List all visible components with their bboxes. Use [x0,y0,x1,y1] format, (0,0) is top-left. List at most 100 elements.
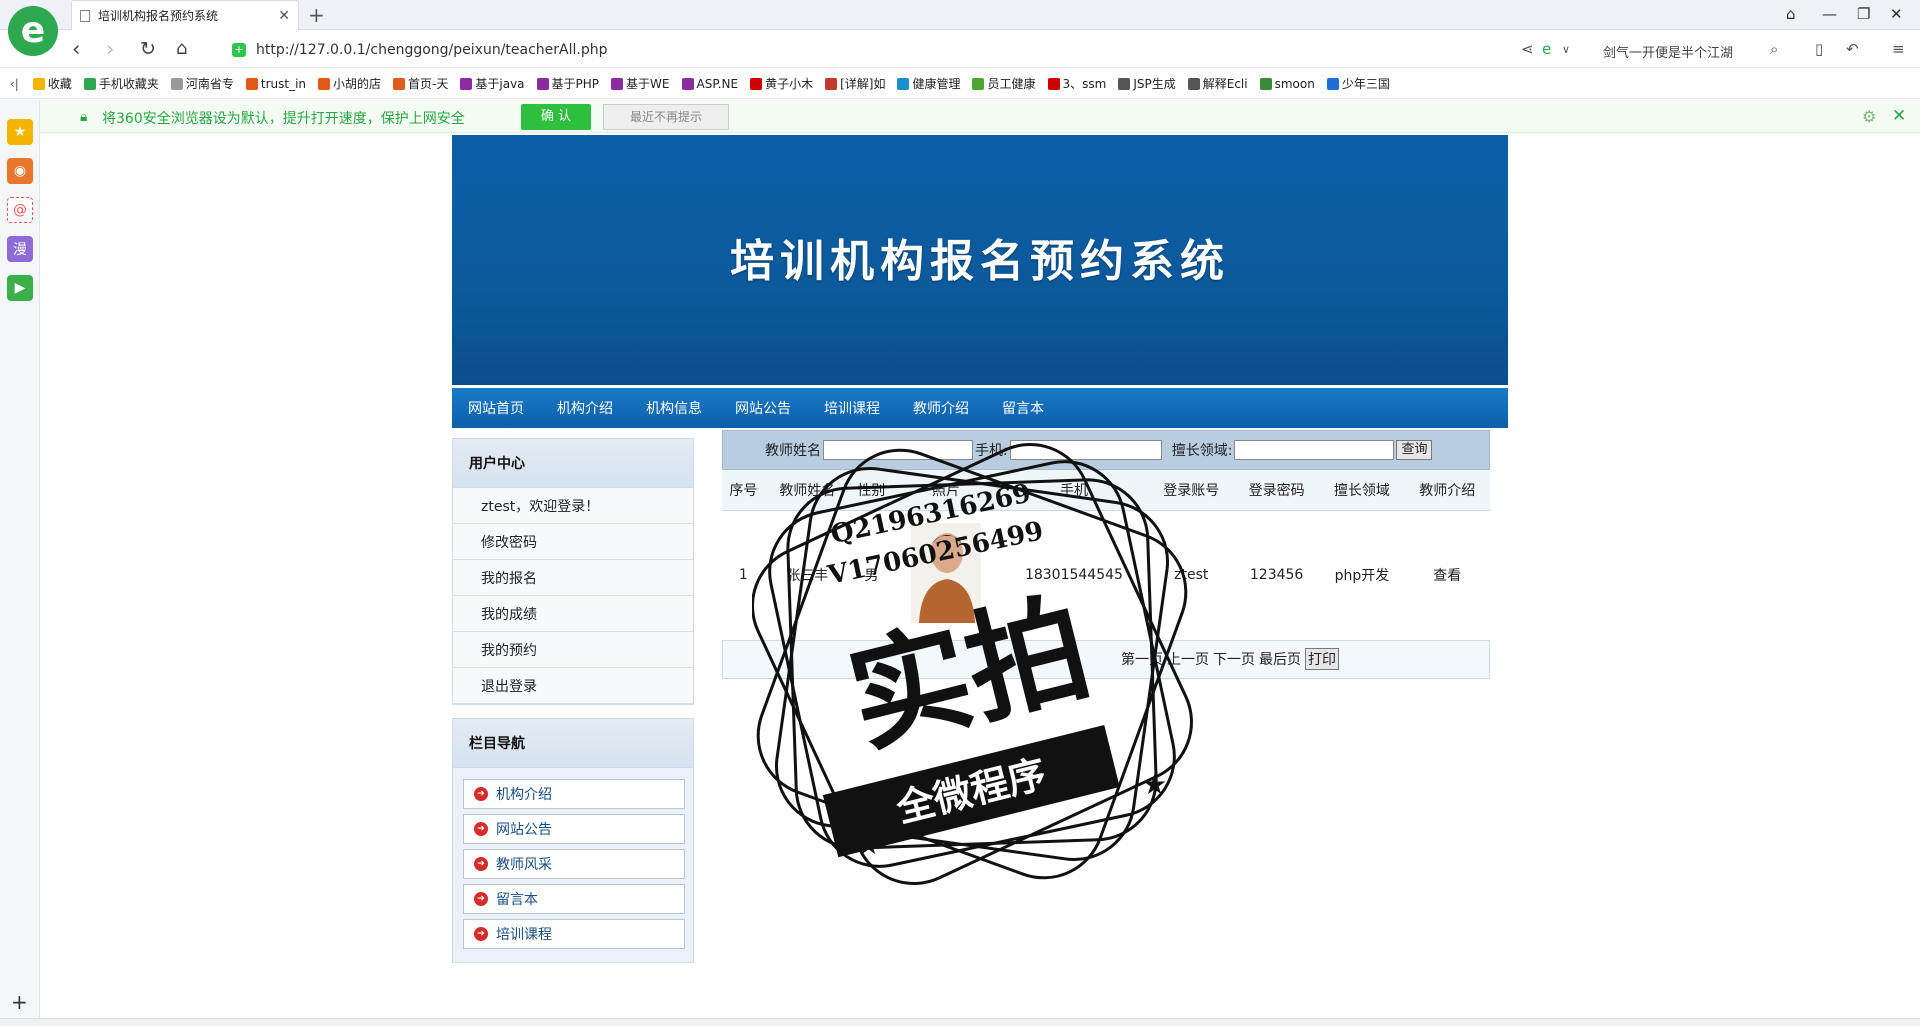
bookmark-item[interactable]: 健康管理 [897,75,960,92]
bookmark-item[interactable]: trust_in [245,77,306,91]
bookmark-item[interactable]: 黄子小木 [750,75,813,92]
column-nav-item[interactable]: ➔ 机构介绍 [463,779,685,809]
new-tab-icon[interactable]: + [308,3,325,27]
reload-icon[interactable]: ↻ [140,37,156,61]
bookmark-item[interactable]: 手机收藏夹 [83,75,159,92]
nav-item[interactable]: 机构信息 [646,398,702,418]
user-center-item[interactable]: 我的成绩 [453,596,693,632]
chevron-down-icon[interactable]: ∨ [1562,43,1570,56]
nav-item[interactable]: 教师介绍 [913,398,969,418]
bookmark-item[interactable]: 首页-天 [393,75,448,92]
share-icon[interactable]: ⋖ [1521,40,1534,58]
user-center-item[interactable]: 修改密码 [453,524,693,560]
nav-item[interactable]: 培训课程 [824,398,880,418]
next-page-link[interactable]: 下一页 [1213,649,1255,669]
arrow-bullet-icon: ➔ [474,892,488,906]
first-page-link[interactable]: 第一页 [1121,649,1163,669]
cell-no: 1 [722,510,765,641]
weibo-icon[interactable]: ◉ [7,158,33,184]
print-button[interactable]: 打印 [1305,648,1339,670]
bookmark-icon [1118,77,1131,90]
left-sidebar: 用户中心 ztest，欢迎登录！ 修改密码 我的报名 我的成绩 我的预约 退出登录 栏目导… [452,438,694,963]
bookmark-item[interactable]: 解释Ecli [1187,75,1248,92]
nav-item[interactable]: 机构介绍 [557,398,613,418]
bookmark-icon [393,77,406,90]
menu-icon[interactable]: ≡ [1892,40,1905,58]
site-nav: 网站首页 机构介绍 机构信息 网站公告 培训课程 教师介绍 留言本 [452,388,1508,428]
last-page-link[interactable]: 最后页 [1259,649,1301,669]
phone-icon[interactable]: ▯ [1815,40,1823,58]
bookmark-item[interactable]: 小胡的店 [318,75,381,92]
bookmark-item[interactable]: 收藏 [32,75,72,92]
url-field[interactable]: + http://127.0.0.1/chenggong/peixun/teac… [232,37,1522,62]
bookmark-label: 黄子小木 [765,77,814,91]
bookmark-item[interactable]: ASP.NE [681,77,738,91]
restore-icon[interactable]: ❐ [1857,5,1870,23]
minimize-icon[interactable]: — [1822,5,1837,23]
user-center-item[interactable]: 我的报名 [453,560,693,596]
browser-logo-icon: e [8,6,58,56]
secure-shield-icon: + [232,42,246,57]
comic-icon[interactable]: 漫 [7,236,33,262]
close-icon[interactable]: ✕ [1892,106,1906,126]
bookmark-item[interactable]: JSP生成 [1118,75,1176,92]
bookmarks-toggle-icon[interactable]: ‹| [10,77,19,91]
undo-icon[interactable]: ↶ [1846,40,1859,58]
column-header: 序号 [722,470,765,511]
bookmark-icon [1187,77,1200,90]
forward-icon[interactable]: › [106,37,114,61]
bookmark-item[interactable]: [详解]如 [825,75,885,92]
column-nav-title: 栏目导航 [452,718,694,768]
bookmark-item[interactable]: smoon [1259,77,1315,91]
bookmark-label: 3、ssm [1062,77,1107,91]
address-bar: ‹ › ↻ ⌂ + http://127.0.0.1/chenggong/pei… [0,31,1920,68]
bookmark-item[interactable]: 员工健康 [972,75,1036,92]
bookmark-label: 手机收藏夹 [98,77,159,91]
engine-icon[interactable]: e [1542,40,1551,58]
nav-item[interactable]: 网站公告 [735,398,791,418]
phone-input[interactable] [1009,440,1162,460]
mail-icon[interactable]: @ [7,197,33,223]
back-icon[interactable]: ‹ [72,37,80,61]
teacher-name-input[interactable] [823,440,973,460]
browser-tab[interactable]: 培训机构报名预约系统 ✕ [71,0,299,30]
user-center-item[interactable]: ztest，欢迎登录！ [453,488,693,524]
favorites-star-icon[interactable]: ★ [7,119,33,145]
search-icon[interactable]: ⌕ [1770,40,1778,58]
dismiss-button[interactable]: 最近不再提示 [603,104,729,130]
nav-item[interactable]: 留言本 [1002,398,1044,418]
pager: 第一页 上一页 下一页 最后页 打印 [722,640,1490,679]
bookmark-item[interactable]: 基于WE [611,75,670,92]
bookmark-item[interactable]: 少年三国 [1326,75,1390,92]
skin-icon[interactable]: ⌂ [1786,5,1796,23]
bookmark-item[interactable]: 3、ssm [1047,75,1107,92]
confirm-button[interactable]: 确 认 [521,104,591,130]
bookmark-item[interactable]: 河南省专 [170,75,234,92]
bookmark-item[interactable]: 基于PHP [536,75,599,92]
bookmark-icon [1326,77,1339,90]
video-icon[interactable]: ▶ [7,275,33,301]
close-window-icon[interactable]: ✕ [1890,5,1903,23]
view-intro-link[interactable]: 查看 [1404,510,1490,641]
column-nav-item[interactable]: ➔ 网站公告 [463,814,685,844]
column-nav-item[interactable]: ➔ 教师风采 [463,849,685,879]
nav-item[interactable]: 网站首页 [468,398,524,418]
add-icon[interactable]: + [11,990,28,1014]
arrow-bullet-icon: ➔ [474,822,488,836]
bookmark-item[interactable]: 基于java [460,75,525,92]
search-box-text[interactable]: 剑气一开便是半个江湖 [1603,42,1733,61]
user-center-item[interactable]: 我的预约 [453,632,693,668]
close-tab-icon[interactable]: ✕ [278,8,290,24]
column-nav-item[interactable]: ➔ 留言本 [463,884,685,914]
bookmark-icon [318,77,331,90]
prev-page-link[interactable]: 上一页 [1167,649,1209,669]
user-center-item[interactable]: 退出登录 [453,668,693,704]
table-row: 1 张三丰 男 18301544545 ztest 123456 php开发 查… [722,510,1490,641]
home-icon[interactable]: ⌂ [176,37,187,61]
gear-icon[interactable]: ⚙ [1862,107,1876,126]
field-input[interactable] [1234,440,1395,460]
watermark-banner-text: 全微程序 [891,751,1050,831]
query-button[interactable]: 查询 [1396,440,1433,460]
teacher-list-panel: 教师姓名 手机: 擅长领域: 查询 序号 教师姓名 性别 照片 手机 登录账号 登录密码 擅长… [722,430,1490,679]
column-nav-item[interactable]: ➔ 培训课程 [463,919,685,949]
